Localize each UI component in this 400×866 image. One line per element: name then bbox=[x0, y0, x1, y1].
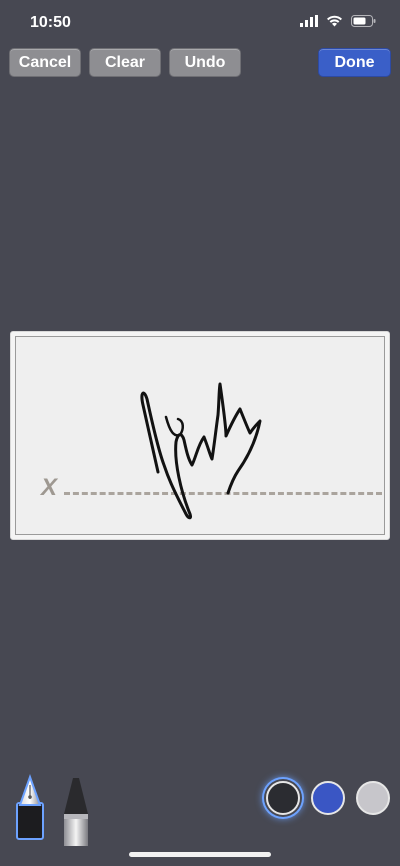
signature-ink-stroke bbox=[140, 382, 262, 520]
done-button[interactable]: Done bbox=[318, 48, 391, 77]
color-swatch-black[interactable] bbox=[266, 781, 300, 815]
wifi-icon bbox=[327, 15, 342, 27]
battery-icon bbox=[351, 15, 376, 27]
home-indicator[interactable] bbox=[129, 852, 271, 857]
clear-button[interactable]: Clear bbox=[89, 48, 161, 77]
marker-pen-icon bbox=[64, 778, 88, 846]
color-swatch-blue[interactable] bbox=[311, 781, 345, 815]
marker-pen-tool[interactable] bbox=[60, 774, 92, 850]
signature-pad[interactable]: X bbox=[10, 331, 390, 540]
status-time: 10:50 bbox=[30, 14, 71, 31]
fountain-pen-icon bbox=[16, 774, 44, 840]
color-swatch-gray[interactable] bbox=[356, 781, 390, 815]
cancel-button[interactable]: Cancel bbox=[9, 48, 81, 77]
undo-button[interactable]: Undo bbox=[169, 48, 241, 77]
fountain-pen-tool[interactable] bbox=[12, 771, 48, 850]
cellular-signal-icon bbox=[300, 15, 318, 27]
status-icons bbox=[300, 15, 376, 27]
status-bar: 10:50 bbox=[0, 0, 400, 44]
signature-canvas[interactable]: X bbox=[15, 336, 385, 535]
